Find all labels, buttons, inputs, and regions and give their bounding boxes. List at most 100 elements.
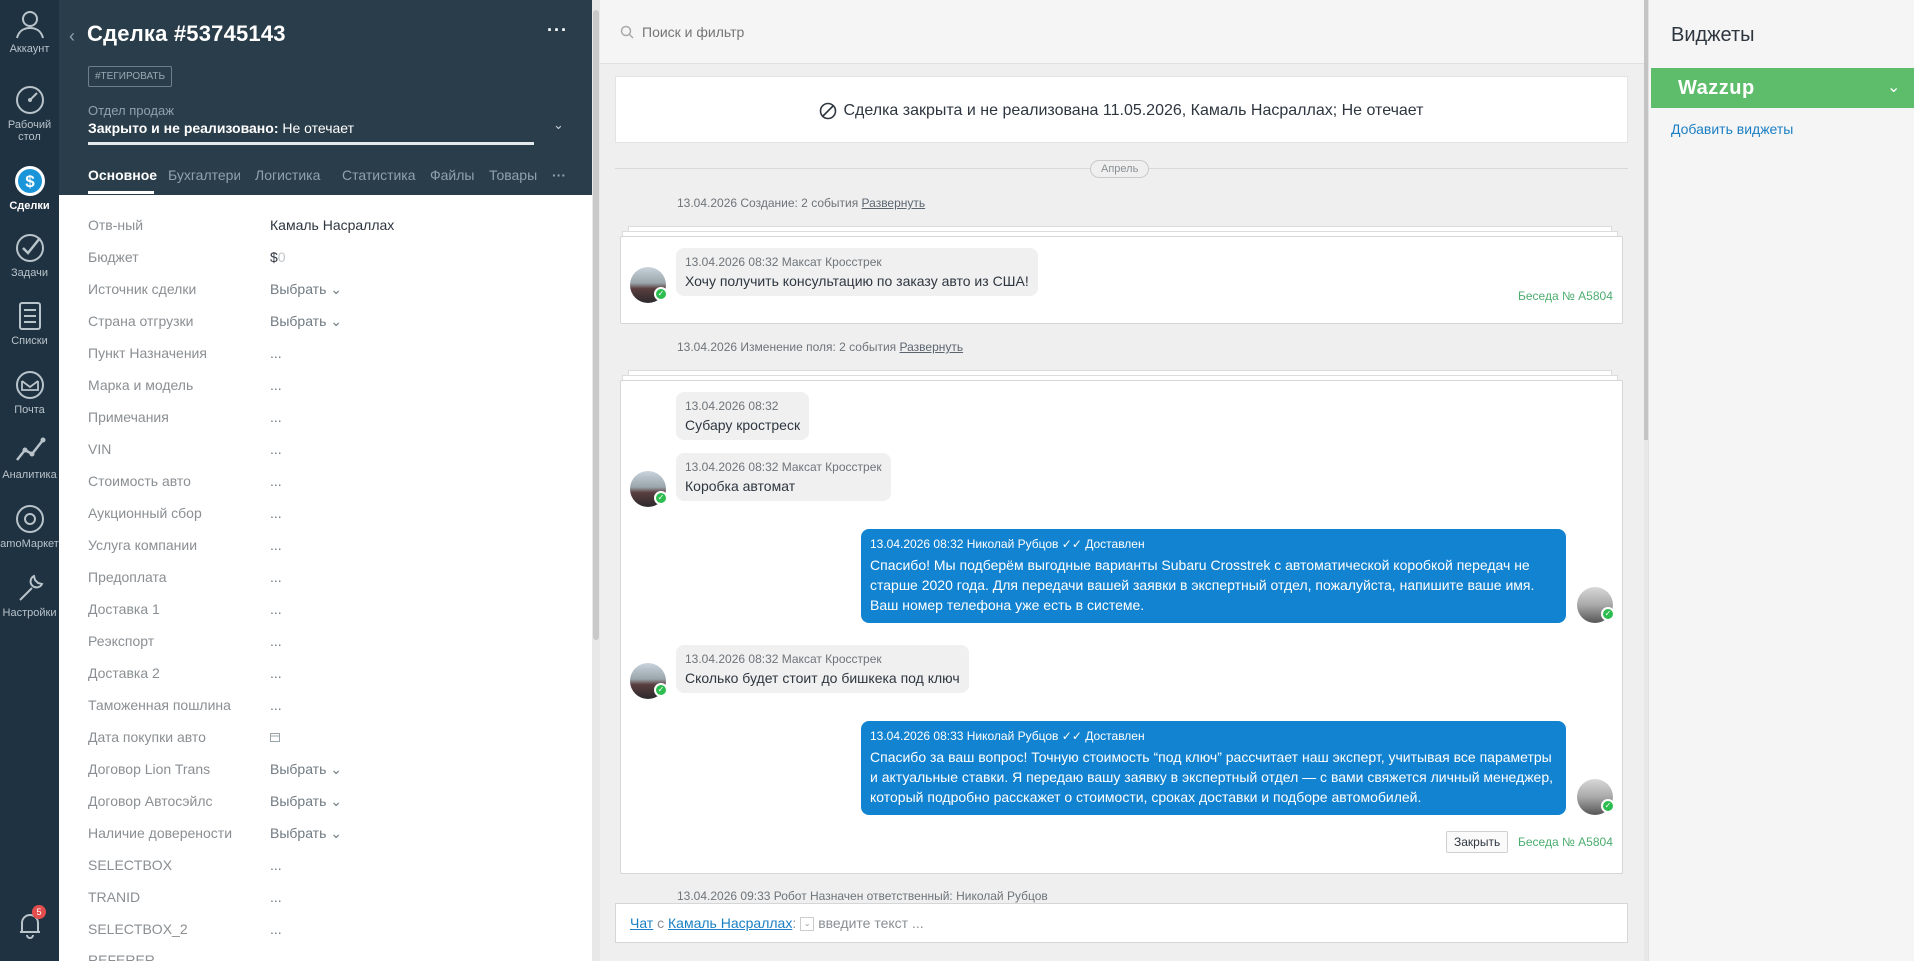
field-row[interactable]: Пункт Назначения... — [88, 345, 568, 371]
field-value[interactable]: ... — [270, 345, 282, 361]
nav-item-deals[interactable]: $ Сделки — [0, 165, 59, 212]
nav-item-lists[interactable]: Списки — [0, 300, 59, 347]
field-value[interactable]: ... — [270, 601, 282, 617]
nav-item-market[interactable]: amoМаркет — [0, 503, 59, 550]
tab-accounting[interactable]: Бухгалтерия — [168, 167, 240, 183]
search-input[interactable] — [642, 24, 1142, 40]
nav-item-analytics[interactable]: Аналитика — [0, 434, 59, 481]
event-line: 13.04.2026 Создание: 2 события Развернут… — [677, 196, 925, 210]
chat-contact-link[interactable]: Камаль Насраллах — [668, 915, 792, 931]
field-row[interactable]: Предоплата... — [88, 569, 568, 595]
field-row[interactable]: Бюджет $0 — [88, 249, 568, 275]
field-value[interactable]: ... — [270, 697, 282, 713]
field-select[interactable]: Выбрать ⌄ — [270, 281, 342, 298]
status-select[interactable]: Закрыто и не реализовано: Не отечает — [88, 120, 354, 136]
budget-value[interactable]: $0 — [270, 249, 286, 265]
field-label: Дата покупки авто — [88, 729, 206, 745]
conversation-card: ✓ 13.04.2026 08:32 Максат Кросстрек Хочу… — [620, 236, 1623, 324]
field-row[interactable]: Доставка 2... — [88, 665, 568, 691]
conversation-link[interactable]: Беседа № A5804 — [1518, 835, 1613, 849]
field-label: Доставка 1 — [88, 601, 160, 617]
field-value[interactable]: ... — [270, 857, 282, 873]
wazzup-widget[interactable]: Wazzup ⌄ — [1651, 68, 1914, 108]
chevron-down-icon[interactable]: ⌄ — [800, 917, 815, 932]
field-row[interactable]: Договор Автосэйлс Выбрать ⌄ — [88, 793, 568, 819]
field-row[interactable]: Доставка 1... — [88, 601, 568, 627]
field-row[interactable]: Аукционный сбор... — [88, 505, 568, 531]
field-value[interactable]: ... — [270, 633, 282, 649]
chevron-down-icon[interactable]: ⌄ — [553, 117, 564, 133]
field-row[interactable]: REFERER — [88, 952, 568, 961]
field-select[interactable]: Выбрать ⌄ — [270, 761, 342, 778]
field-value[interactable]: ... — [270, 409, 282, 425]
field-select[interactable]: Выбрать ⌄ — [270, 313, 342, 330]
conversation-link[interactable]: Беседа № A5804 — [1518, 289, 1613, 303]
nav-label: Аккаунт — [9, 43, 50, 55]
nav-item-tasks[interactable]: Задачи — [0, 232, 59, 279]
expand-link[interactable]: Развернуть — [862, 196, 926, 210]
chat-composer[interactable]: Чат с Камаль Насраллах: ⌄ введите текст ..… — [615, 903, 1628, 943]
chevron-down-icon[interactable]: ⌄ — [1887, 77, 1900, 97]
field-row[interactable]: Источник сделки Выбрать ⌄ — [88, 281, 568, 307]
close-conversation-button[interactable]: Закрыть — [1446, 831, 1509, 853]
field-row[interactable]: Страна отгрузки Выбрать ⌄ — [88, 313, 568, 339]
tab-files[interactable]: Файлы — [430, 167, 474, 183]
field-row[interactable]: Примечания... — [88, 409, 568, 435]
field-value[interactable]: ... — [270, 889, 282, 905]
tab-main[interactable]: Основное — [88, 167, 157, 183]
field-value[interactable]: ... — [270, 537, 282, 553]
field-select[interactable]: Выбрать ⌄ — [270, 825, 342, 842]
field-value[interactable]: ... — [270, 441, 282, 457]
field-value[interactable]: ... — [270, 505, 282, 521]
field-row[interactable]: Стоимость авто... — [88, 473, 568, 499]
expand-link[interactable]: Развернуть — [900, 340, 964, 354]
nav-item-mail[interactable]: Почта — [0, 369, 59, 416]
field-row[interactable]: VIN... — [88, 441, 568, 467]
back-arrow-icon[interactable]: ‹ — [69, 26, 75, 47]
field-row[interactable]: Отв-ный Камаль Насраллах — [88, 217, 568, 243]
chat-placeholder[interactable]: введите текст ... — [818, 915, 923, 931]
tab-logistics[interactable]: Логистика — [255, 167, 320, 183]
whatsapp-icon: ✓ — [1601, 799, 1615, 813]
more-menu-icon[interactable]: ··· — [547, 20, 568, 41]
tag-button[interactable]: #ТЕГИРОВАТЬ — [88, 66, 173, 87]
field-row[interactable]: SELECTBOX... — [88, 857, 568, 883]
field-row[interactable]: Услуга компании... — [88, 537, 568, 563]
nav-label-line2: стол — [18, 131, 41, 143]
market-icon — [15, 505, 44, 533]
whatsapp-icon: ✓ — [654, 287, 668, 301]
card-scrollbar-thumb[interactable] — [593, 10, 599, 640]
widgets-panel: Виджеты Wazzup ⌄ Добавить виджеты — [1648, 0, 1914, 961]
field-value[interactable]: ... — [270, 569, 282, 585]
nav-notifications[interactable] — [0, 908, 59, 943]
closed-status-banner: Сделка закрыта и не реализована 11.05.20… — [615, 76, 1628, 143]
tabs-more-icon[interactable]: ··· — [552, 167, 566, 183]
field-row[interactable]: SELECTBOX_2... — [88, 921, 568, 947]
field-label: Аукционный сбор — [88, 505, 202, 521]
field-select[interactable]: Выбрать ⌄ — [270, 793, 342, 810]
field-row[interactable]: Таможенная пошлина... — [88, 697, 568, 723]
field-row[interactable]: Наличие довереноcти Выбрать ⌄ — [88, 825, 568, 851]
field-row[interactable]: Реэкспорт... — [88, 633, 568, 659]
field-row[interactable]: Договор Lion Trans Выбрать ⌄ — [88, 761, 568, 787]
field-row[interactable]: TRANID... — [88, 889, 568, 915]
field-row[interactable]: Дата покупки авто — [88, 729, 568, 755]
field-label: VIN — [88, 441, 112, 457]
field-value[interactable]: ... — [270, 665, 282, 681]
chat-type-link[interactable]: Чат — [630, 915, 653, 931]
account-icon — [15, 11, 44, 39]
field-value[interactable]: ... — [270, 921, 282, 937]
tab-products[interactable]: Товары — [489, 167, 537, 183]
nav-item-settings[interactable]: Настройки — [0, 572, 59, 619]
budget-amount: 0 — [277, 249, 286, 265]
date-picker[interactable] — [270, 729, 280, 745]
field-value[interactable]: ... — [270, 377, 282, 393]
field-value[interactable]: Камаль Насраллах — [270, 217, 394, 233]
field-row[interactable]: Марка и модель... — [88, 377, 568, 403]
nav-item-account[interactable]: Аккаунт — [0, 8, 59, 55]
tab-statistics[interactable]: Статистика — [342, 167, 416, 183]
nav-item-dashboard[interactable]: Рабочий стол — [0, 84, 59, 143]
field-value[interactable]: ... — [270, 473, 282, 489]
feed-panel: Сделка закрыта и не реализована 11.05.20… — [600, 0, 1648, 961]
add-widgets-link[interactable]: Добавить виджеты — [1671, 121, 1793, 137]
